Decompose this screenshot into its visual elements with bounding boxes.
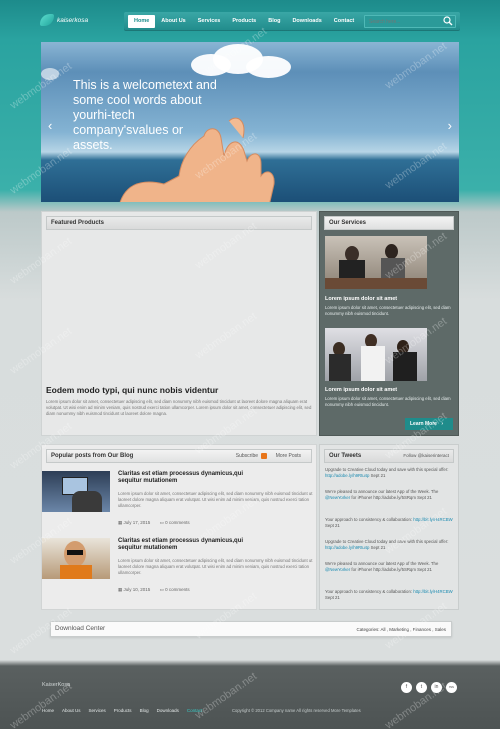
footer-nav-home[interactable]: Home [42, 708, 54, 713]
services-panel: Our Services Lorem ipsum dolor sit amet … [319, 211, 459, 436]
cloud-shape [246, 56, 291, 78]
tweet-link[interactable]: http://bit.ly/H4RCBW [413, 589, 452, 594]
service-heading[interactable]: Lorem ipsum dolor sit amet [325, 296, 397, 302]
post-date: July 17, 2015 [123, 520, 151, 525]
post-meta: ▦ July 10, 2015 ▭ 0 comments [118, 587, 190, 593]
search-input[interactable] [365, 16, 435, 27]
slider-next-icon[interactable]: › [448, 118, 452, 133]
featured-title: Featured Products [46, 216, 312, 230]
footer-nav-downloads[interactable]: Downloads [157, 708, 179, 713]
logo[interactable]: kaiserkosa [40, 13, 100, 27]
subscribe-link[interactable]: Subscribe [236, 450, 267, 462]
blog-title-text: Popular posts from Our Blog [51, 453, 134, 459]
comment-icon: ▭ [159, 587, 164, 592]
copyright: Copyright © 2012 Company name All rights… [232, 708, 361, 713]
tweet-link[interactable]: http://bit.ly/H4RCBW [413, 517, 452, 522]
post-excerpt: Lorem ipsum dolor sit amet, consectetuer… [118, 491, 313, 509]
footer-brand: KaiserKosa [42, 682, 71, 688]
tweet: Upgrade to Creative Cloud today and save… [325, 467, 449, 479]
post-comments[interactable]: 0 comments [165, 520, 190, 525]
post-comments[interactable]: 0 comments [165, 587, 190, 592]
linkedin-icon[interactable]: in [431, 682, 442, 693]
featured-body: Lorem ipsum dolor sit amet, consectetuer… [46, 399, 312, 417]
post-title[interactable]: Claritas est etiam processus dynamicus,q… [118, 538, 268, 552]
tweet-link[interactable]: @NewYorker [325, 567, 350, 572]
slider-prev-icon[interactable]: ‹ [48, 118, 52, 133]
services-title: Our Services [324, 216, 454, 230]
post-image[interactable] [42, 471, 110, 512]
tweet-link[interactable]: @NewYorker [325, 495, 350, 500]
nav-about[interactable]: About Us [155, 15, 191, 28]
watermark: webmoban.net [193, 670, 260, 722]
blog-title: Popular posts from Our Blog Subscribe Mo… [46, 449, 312, 463]
main-nav: Home About Us Services Products Blog Dow… [124, 12, 460, 31]
comment-icon: ▭ [159, 520, 164, 525]
follow-link[interactable]: Follow @kaiserinteract [403, 450, 449, 462]
footer-nav: Home About Us Services Products Blog Dow… [42, 708, 202, 713]
service-image[interactable] [325, 236, 427, 289]
post-image[interactable] [42, 538, 110, 579]
facebook-icon[interactable]: f [401, 682, 412, 693]
tweet-link[interactable]: http://adobe.ly/h9Rtu4p [325, 545, 369, 550]
tweet: Your approach to consistency & collabora… [325, 589, 453, 601]
rss-icon [261, 452, 267, 459]
learn-more-button[interactable]: Learn More › [405, 418, 453, 430]
tweet-link[interactable]: http://adobe.ly/h9Rtu4p [325, 473, 369, 478]
featured-products-panel: Featured Products Eodem modo typi, qui n… [41, 211, 317, 436]
tweets-panel: Our Tweets Follow @kaiserinteract Upgrad… [319, 444, 459, 610]
footer-nav-blog[interactable]: Blog [140, 708, 149, 713]
tweet: We're pleased to announce our latest App… [325, 489, 439, 501]
tweets-title-text: Our Tweets [329, 453, 362, 459]
download-title: Download Center [55, 625, 106, 632]
service-heading[interactable]: Lorem ipsum dolor sit amet [325, 387, 397, 393]
service-text: Lorem ipsum dolor sit amet, consectetuer… [325, 396, 451, 408]
nav-products[interactable]: Products [226, 15, 262, 28]
blog-panel: Popular posts from Our Blog Subscribe Mo… [41, 444, 317, 610]
footer-nav-services[interactable]: Services [89, 708, 106, 713]
hero-text: This is a welcometext and some cool word… [73, 78, 217, 152]
tweets-title: Our Tweets Follow @kaiserinteract [324, 449, 454, 463]
tweet: We're pleased to announce our latest App… [325, 561, 439, 573]
calendar-icon: ▦ [118, 587, 123, 592]
logo-text: kaiserkosa [57, 16, 89, 24]
download-center-bar: Download Center Categories: All , Market… [50, 621, 452, 637]
more-posts-link[interactable]: More Posts [276, 450, 301, 462]
service-image[interactable] [325, 328, 427, 381]
arrow-right-icon: › [441, 421, 444, 427]
nav-home[interactable]: Home [128, 15, 156, 28]
twitter-icon[interactable]: t [416, 682, 427, 693]
learn-more-label: Learn More [410, 421, 437, 427]
tweet: Upgrade to Creative Cloud today and save… [325, 539, 449, 551]
post-excerpt: Lorem ipsum dolor sit amet, consectetuer… [118, 558, 313, 576]
footer-nav-contact[interactable]: Contact [187, 708, 203, 713]
calendar-icon: ▦ [118, 520, 123, 525]
search-icon[interactable] [443, 16, 453, 26]
service-text: Lorem ipsum dolor sit amet, consectetuer… [325, 305, 451, 317]
rss-icon[interactable]: rss [446, 682, 457, 693]
nav-blog[interactable]: Blog [262, 15, 286, 28]
nav-contact[interactable]: Contact [328, 15, 360, 28]
subscribe-label: Subscribe [235, 453, 258, 459]
post-title[interactable]: Claritas est etiam processus dynamicus,q… [118, 471, 268, 485]
featured-heading[interactable]: Eodem modo typi, qui nunc nobis videntur [46, 385, 218, 395]
footer-nav-about[interactable]: About Us [62, 708, 81, 713]
nav-downloads[interactable]: Downloads [286, 15, 327, 28]
logo-mark-icon [40, 14, 54, 26]
download-categories[interactable]: Categories: All , Marketing , Finances ,… [356, 627, 446, 632]
search-box [364, 15, 456, 28]
cloud-shape [41, 68, 59, 80]
post-date: July 10, 2015 [123, 587, 151, 592]
footer-nav-products[interactable]: Products [114, 708, 132, 713]
tweet: Your approach to consistency & collabora… [325, 517, 453, 529]
hero-slider: This is a welcometext and some cool word… [41, 42, 459, 202]
post-meta: ▦ July 17, 2015 ▭ 0 comments [118, 520, 190, 526]
nav-services[interactable]: Services [192, 15, 227, 28]
